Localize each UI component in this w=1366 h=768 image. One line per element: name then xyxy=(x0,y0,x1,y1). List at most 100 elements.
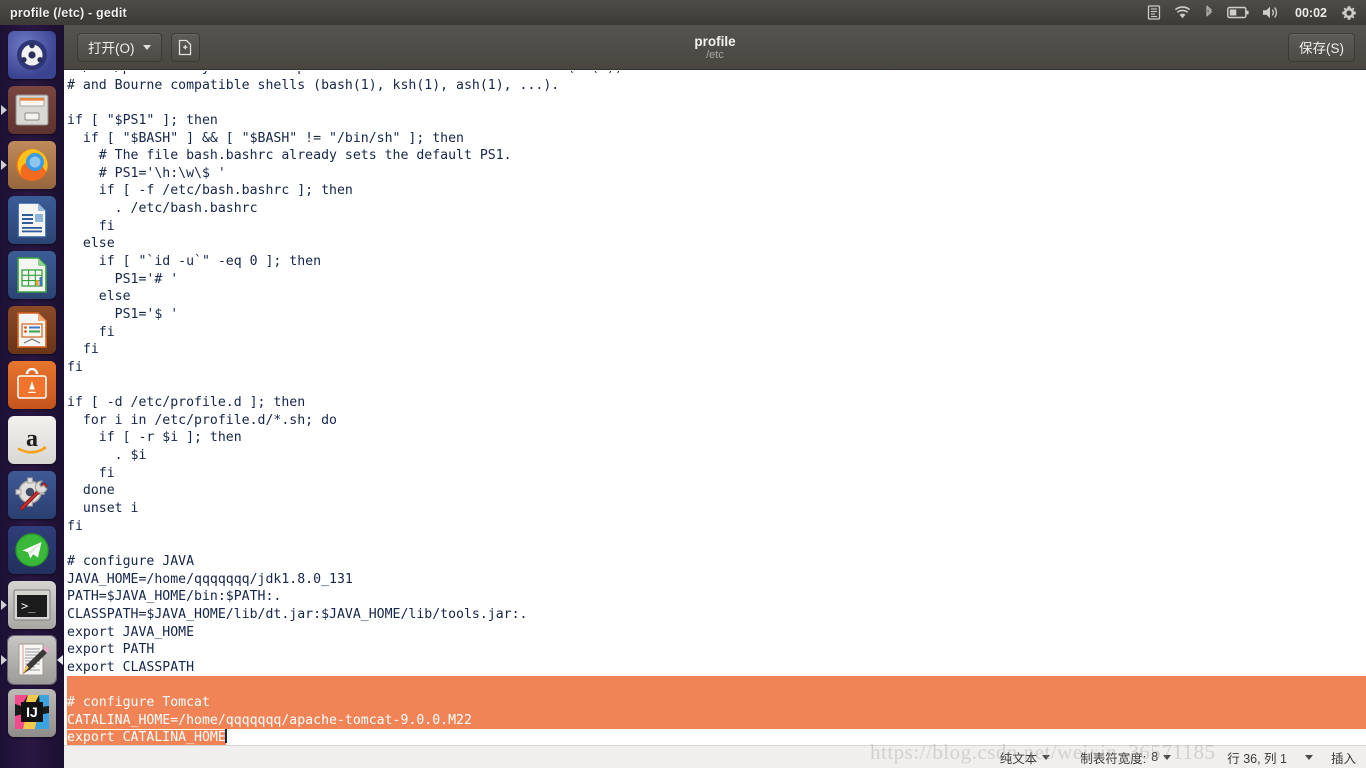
chevron-down-icon xyxy=(1042,754,1051,760)
code-line-selected: CATALINA_HOME=/home/qqqqqqq/apache-tomca… xyxy=(67,711,1366,730)
battery-icon[interactable] xyxy=(1227,6,1249,19)
launcher-item-amazon[interactable]: a xyxy=(8,416,56,464)
running-indicator-left-icon xyxy=(1,160,7,170)
gedit-window: 打开(O) profile /etc 保存(S) # /etc/profile:… xyxy=(64,25,1366,768)
code-line: if [ -r $i ]; then xyxy=(67,430,242,446)
code-line: for i in /etc/profile.d/*.sh; do xyxy=(67,412,337,428)
libreoffice-calc-icon xyxy=(17,257,47,293)
new-document-button[interactable] xyxy=(170,32,200,62)
open-button-label: 打开(O) xyxy=(88,41,135,56)
code-line: if [ -f /etc/bash.bashrc ]; then xyxy=(67,183,353,199)
code-line: fi xyxy=(67,465,115,481)
firefox-icon xyxy=(16,149,48,181)
tab-width-value: 8 xyxy=(1151,750,1159,764)
wifi-icon[interactable] xyxy=(1174,5,1191,20)
launcher-item-gedit[interactable] xyxy=(1,636,63,684)
launcher-item-files[interactable] xyxy=(1,86,56,134)
code-line: fi xyxy=(67,342,99,358)
selected-text: export CATALINA_HOME xyxy=(67,730,226,745)
insert-mode-label: 插入 xyxy=(1330,751,1356,766)
code-line: # configure JAVA xyxy=(67,553,195,569)
document-path: /etc xyxy=(706,48,724,61)
svg-text:>_: >_ xyxy=(21,599,36,613)
file-type-selector[interactable]: 纯文本 xyxy=(1000,748,1051,767)
code-line: if [ "$BASH" ] && [ "$BASH" != "/bin/sh"… xyxy=(67,130,464,146)
chevron-down-icon[interactable] xyxy=(1304,754,1313,760)
launcher-item-system-settings[interactable] xyxy=(8,471,56,519)
window-title: profile (/etc) - gedit xyxy=(10,5,127,20)
code-line-selected-partial: export CATALINA_HOME xyxy=(67,729,1366,745)
tab-width-label: 制表符宽度: xyxy=(1080,751,1147,766)
launcher-item-libreoffice-impress[interactable] xyxy=(8,306,56,354)
code-line: fi xyxy=(67,218,115,234)
code-line-selected xyxy=(67,676,1366,695)
launcher-item-ubuntu-software[interactable] xyxy=(8,361,56,409)
focused-indicator-right-icon xyxy=(57,655,63,665)
new-document-icon xyxy=(178,39,192,55)
ubuntu-software-icon xyxy=(17,368,47,399)
code-line: export PATH xyxy=(67,642,155,658)
code-line: else xyxy=(67,236,115,252)
files-icon xyxy=(15,94,49,126)
source-code-text[interactable]: # /etc/profile: system-wide .profile fil… xyxy=(67,71,1366,745)
code-line: export CLASSPATH xyxy=(67,659,195,675)
chevron-down-icon xyxy=(142,44,151,50)
system-tray: 00:02 xyxy=(1147,0,1366,25)
code-line: unset i xyxy=(67,501,139,517)
bluetooth-icon[interactable] xyxy=(1204,5,1214,20)
launcher-item-telegram[interactable] xyxy=(8,526,56,574)
text-editor-view[interactable]: # /etc/profile: system-wide .profile fil… xyxy=(64,71,1366,745)
running-indicator-left-icon xyxy=(1,655,7,665)
open-button[interactable]: 打开(O) xyxy=(77,32,162,62)
code-line: if [ -d /etc/profile.d ]; then xyxy=(67,395,306,411)
launcher-item-firefox[interactable] xyxy=(1,141,56,189)
chevron-down-icon xyxy=(1163,754,1172,760)
libreoffice-impress-icon xyxy=(17,312,47,348)
svg-text:a: a xyxy=(26,426,38,452)
code-line: fi xyxy=(67,324,115,340)
cursor-position-indicator[interactable]: 行 36, 列 1 xyxy=(1227,748,1287,767)
gedit-headerbar: 打开(O) profile /etc 保存(S) xyxy=(64,25,1366,70)
code-line: PS1='# ' xyxy=(67,271,179,287)
gedit-icon xyxy=(18,643,49,676)
code-line: # PS1='\h:\w\$ ' xyxy=(67,165,226,181)
amazon-icon: a xyxy=(17,426,47,454)
running-indicator-left-icon xyxy=(1,600,7,610)
code-line: CLASSPATH=$JAVA_HOME/lib/dt.jar:$JAVA_HO… xyxy=(67,606,528,622)
launcher-item-libreoffice-calc[interactable] xyxy=(8,251,56,299)
document-title: profile xyxy=(694,33,736,49)
system-menu-gear-icon[interactable] xyxy=(1341,5,1357,21)
keyboard-indicator-icon[interactable] xyxy=(1147,5,1161,20)
launcher-item-terminal[interactable]: >_ xyxy=(1,581,56,629)
code-line: fi xyxy=(67,518,83,534)
terminal-icon: >_ xyxy=(13,589,51,621)
unity-launcher: a >_ IJ xyxy=(0,25,64,768)
code-line: JAVA_HOME=/home/qqqqqqq/jdk1.8.0_131 xyxy=(67,571,353,587)
save-button-label: 保存(S) xyxy=(1299,41,1344,56)
code-line-selected: # configure Tomcat xyxy=(67,694,1366,712)
text-cursor xyxy=(224,729,227,744)
code-line: export JAVA_HOME xyxy=(67,624,195,640)
ubuntu-dash-icon xyxy=(17,40,47,70)
insert-mode-indicator[interactable]: 插入 xyxy=(1331,748,1356,767)
system-settings-icon xyxy=(15,477,48,511)
code-line: # and Bourne compatible shells (bash(1),… xyxy=(67,77,560,93)
code-line: done xyxy=(67,483,115,499)
clock[interactable]: 00:02 xyxy=(1294,6,1328,20)
file-type-label: 纯文本 xyxy=(999,751,1038,766)
tab-width-selector[interactable]: 制表符宽度: 8 xyxy=(1080,748,1172,767)
launcher-item-libreoffice-writer[interactable] xyxy=(8,196,56,244)
cursor-position-label: 行 36, 列 1 xyxy=(1227,751,1287,766)
save-button[interactable]: 保存(S) xyxy=(1288,32,1355,62)
launcher-item-intellij-idea[interactable]: IJ xyxy=(8,689,56,737)
code-line: PS1='$ ' xyxy=(67,306,179,322)
volume-icon[interactable] xyxy=(1262,5,1281,20)
telegram-icon xyxy=(15,533,49,567)
unity-top-panel: profile (/etc) - gedit 00:02 xyxy=(0,0,1366,25)
launcher-item-ubuntu-dash[interactable] xyxy=(8,31,56,79)
code-line: else xyxy=(67,289,131,305)
svg-text:IJ: IJ xyxy=(26,704,38,720)
